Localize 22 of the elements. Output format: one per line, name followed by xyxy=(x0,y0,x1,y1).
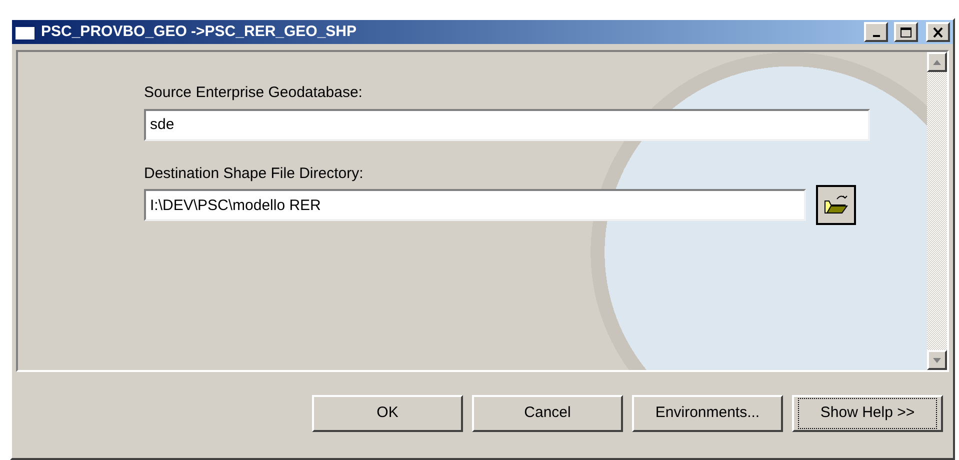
browse-button[interactable] xyxy=(816,185,856,225)
close-icon xyxy=(932,26,944,38)
up-arrow-icon xyxy=(933,60,941,64)
scroll-down-button[interactable] xyxy=(927,350,947,370)
dialog-button[interactable]: OK xyxy=(312,395,463,432)
window-icon xyxy=(15,24,35,40)
text-field[interactable]: sde xyxy=(144,108,870,140)
maximize-button[interactable] xyxy=(894,22,918,42)
dialog-button[interactable]: Environments... xyxy=(632,395,783,432)
minimize-button[interactable] xyxy=(864,22,888,42)
dialog-button[interactable]: Cancel xyxy=(472,395,623,432)
close-button[interactable] xyxy=(926,22,950,42)
field-label: Source Enterprise Geodatabase: xyxy=(144,83,364,103)
field-label: Destination Shape File Directory: xyxy=(144,164,364,184)
dialog-button[interactable]: Show Help >> xyxy=(792,395,943,432)
minimize-icon xyxy=(872,34,880,36)
maximize-icon xyxy=(900,26,912,38)
window-title: PSC_PROVBO_GEO ->PSC_RER_GEO_SHP xyxy=(41,22,358,42)
scroll-up-button[interactable] xyxy=(927,52,947,72)
scrollbar[interactable] xyxy=(927,52,947,370)
down-arrow-icon xyxy=(933,358,941,362)
text-field[interactable]: I:\DEV\PSC\modello RER xyxy=(144,189,806,221)
